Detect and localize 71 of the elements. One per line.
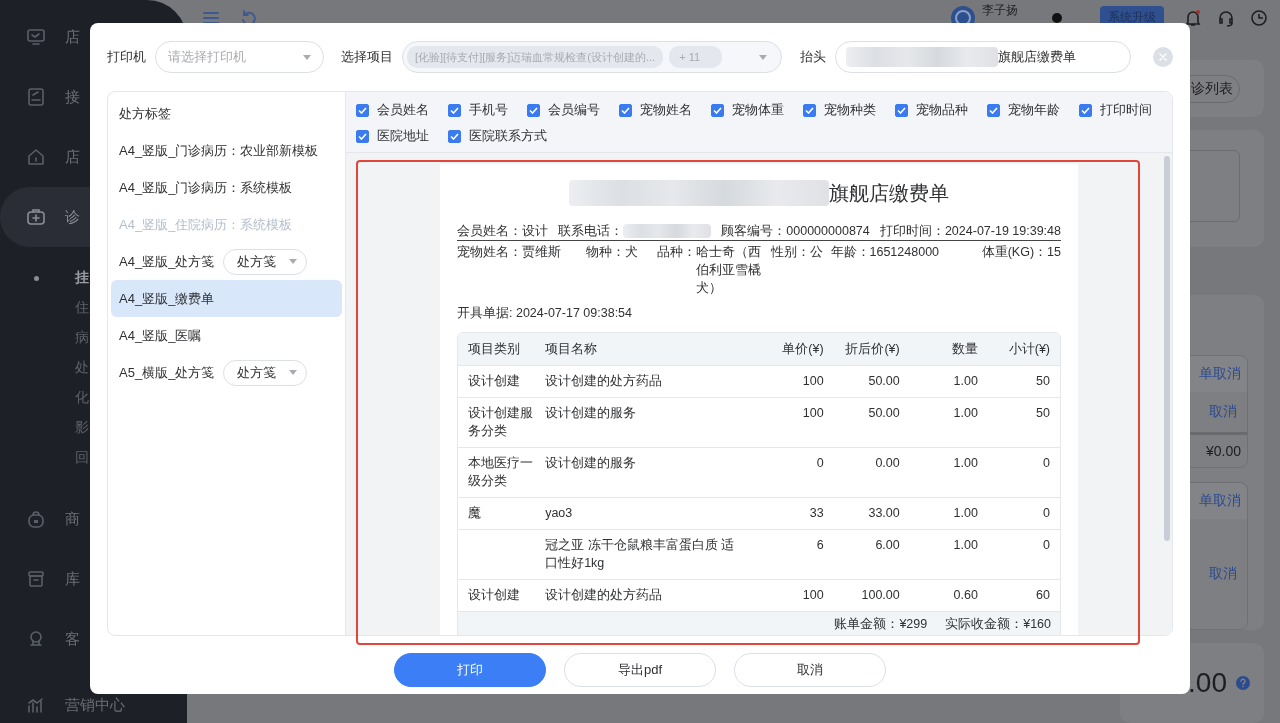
amount-text: ¥0.00 <box>1205 443 1241 459</box>
column-header: 小计(¥) <box>987 333 1060 366</box>
table-cell: 冠之亚 冻干仓鼠粮丰富蛋白质 适口性好1kg <box>545 529 752 580</box>
table-cell: 设计创建的处方药品 <box>545 579 752 612</box>
table-cell: 魔 <box>458 497 546 530</box>
table-cell: 本地医疗一级分类 <box>458 447 546 498</box>
field-value: 公 <box>810 244 824 261</box>
table-cell: yao3 <box>545 497 752 530</box>
table-cell: 100 <box>751 397 834 448</box>
table-cell: 33.00 <box>833 497 910 530</box>
table-cell: 50 <box>987 397 1060 448</box>
table-cell: 设计创建服务分类 <box>458 397 546 448</box>
table-cell: 1.00 <box>909 365 988 398</box>
table-cell: 50.00 <box>833 397 910 448</box>
table-cell: 60 <box>987 579 1060 612</box>
table-cell: 1.00 <box>909 397 988 448</box>
field-label: 体重(KG)： <box>981 244 1048 261</box>
field-value: 000000000874 <box>786 223 870 239</box>
table-cell: 33 <box>751 497 834 530</box>
table-cell: 0.00 <box>833 447 910 498</box>
table-cell: 6.00 <box>833 529 910 580</box>
table-cell: 6 <box>751 529 834 580</box>
column-header: 数量 <box>909 333 988 366</box>
table-cell: 100 <box>751 579 834 612</box>
field-value: 贾维斯 <box>522 244 561 261</box>
field-label: 宠物姓名： <box>457 244 522 261</box>
table-cell: 0 <box>987 447 1060 498</box>
table-cell: 100 <box>751 365 834 398</box>
field-label: 打印时间： <box>879 223 945 239</box>
column-header: 项目类别 <box>458 333 546 366</box>
table-cell: 设计创建的处方药品 <box>545 365 752 398</box>
field-label: 联系电话： <box>558 223 624 239</box>
table-cell: 设计创建的服务 <box>545 447 752 498</box>
column-header: 单价(¥) <box>751 333 834 366</box>
field-label: 选择项目 <box>341 48 393 66</box>
table-cell: 0.60 <box>909 579 988 612</box>
field-label: 顾客编号： <box>721 223 787 239</box>
table-cell: 50 <box>987 365 1060 398</box>
table-cell: 设计创建 <box>458 365 546 398</box>
table-cell: 100.00 <box>833 579 910 612</box>
table-cell: 50.00 <box>833 365 910 398</box>
field-value: 设计 <box>522 223 548 239</box>
field-value: 15 <box>1047 244 1061 261</box>
field-label: 抬头 <box>800 48 826 66</box>
table-cell: 设计创建 <box>458 579 546 612</box>
field-label: 性别： <box>771 244 811 261</box>
field-label: 会员姓名： <box>457 223 522 239</box>
field-value: 哈士奇（西伯利亚雪橇犬） <box>695 244 762 297</box>
receipt-title: 旗舰店缴费单 <box>829 180 949 206</box>
table-cell: 0 <box>987 497 1060 530</box>
field-value: 1651248000 <box>869 244 940 261</box>
total-text: 实际收金额：¥160 <box>945 616 1051 633</box>
column-header: 项目名称 <box>545 333 752 366</box>
total-amount: .00 <box>1188 667 1227 699</box>
field-label: 物种： <box>586 244 626 261</box>
table-cell: 设计创建的服务 <box>545 397 752 448</box>
table-cell: 1.00 <box>909 529 988 580</box>
column-header: 折后价(¥) <box>833 333 910 366</box>
issue-date: 开具单据: 2024-07-17 09:38:54 <box>457 306 633 320</box>
field-label: 品种： <box>656 244 696 261</box>
user-name: 李子扬 <box>982 2 1018 19</box>
field-value: 犬 <box>625 244 639 261</box>
table-cell: 1.00 <box>909 497 988 530</box>
table-cell: 0 <box>987 529 1060 580</box>
field-label: 打印机 <box>107 48 146 66</box>
table-cell: 1.00 <box>909 447 988 498</box>
field-value: 2024-07-19 19:39:48 <box>944 223 1061 239</box>
field-label: 年龄： <box>830 244 870 261</box>
table-cell: 0 <box>751 447 834 498</box>
total-text: 账单金额：¥299 <box>834 616 928 633</box>
selected-tag: + 11 <box>669 46 723 68</box>
